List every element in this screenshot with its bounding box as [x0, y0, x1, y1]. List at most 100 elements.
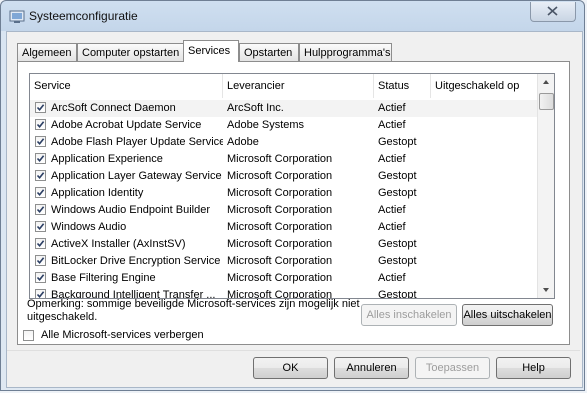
table-row[interactable]: ArcSoft Connect Daemon ArcSoft Inc. Actief — [30, 100, 538, 117]
service-disabled-on — [435, 134, 535, 151]
table-row[interactable]: Application Identity Microsoft Corporatio… — [30, 185, 538, 202]
system-configuration-window: Systeemconfiguratie Algemeen Computer op… — [0, 0, 585, 391]
service-disabled-on — [435, 253, 535, 270]
service-status: Actief — [378, 204, 406, 216]
tab-boot[interactable]: Computer opstarten — [77, 43, 185, 61]
scroll-up-icon[interactable] — [538, 74, 554, 90]
vertical-scrollbar[interactable] — [537, 74, 554, 298]
service-vendor: Microsoft Corporation — [227, 221, 333, 233]
service-status: Gestopt — [378, 238, 417, 250]
service-vendor: Microsoft Corporation — [227, 204, 333, 216]
service-name: Application Layer Gateway Service — [51, 170, 222, 182]
service-vendor: Microsoft Corporation — [227, 187, 333, 199]
service-checkbox[interactable] — [35, 204, 46, 215]
column-service[interactable]: Service — [30, 74, 223, 98]
service-vendor: Microsoft Corporation — [227, 255, 333, 267]
cancel-button[interactable]: Annuleren — [334, 357, 409, 379]
service-checkbox[interactable] — [35, 272, 46, 283]
service-name: Application Experience — [51, 153, 163, 165]
checkmark-icon — [36, 138, 45, 146]
ok-button[interactable]: OK — [253, 357, 328, 379]
checkmark-icon — [36, 274, 45, 282]
divider — [7, 350, 580, 351]
service-name: ActiveX Installer (AxInstSV) — [51, 238, 186, 250]
service-name: Windows Audio — [51, 221, 127, 233]
service-disabled-on — [435, 151, 535, 168]
service-disabled-on — [435, 185, 535, 202]
service-name: BitLocker Drive Encryption Service — [51, 255, 221, 267]
service-name: Adobe Flash Player Update Service — [51, 136, 223, 148]
column-status[interactable]: Status — [374, 74, 431, 98]
dialog-body: Algemeen Computer opstarten Services Ops… — [6, 31, 583, 388]
service-checkbox[interactable] — [35, 119, 46, 130]
service-disabled-on — [435, 270, 535, 287]
checkmark-icon — [36, 189, 45, 197]
table-row[interactable]: ActiveX Installer (AxInstSV) Microsoft Co… — [30, 236, 538, 253]
note-text: Opmerking: sommige beveiligde Microsoft-… — [27, 298, 360, 323]
service-checkbox[interactable] — [35, 238, 46, 249]
table-row[interactable]: Base Filtering Engine Microsoft Corporati… — [30, 270, 538, 287]
checkmark-icon — [36, 223, 45, 231]
checkmark-icon — [36, 104, 45, 112]
column-vendor[interactable]: Leverancier — [223, 74, 374, 98]
table-row[interactable]: Windows Audio Endpoint Builder Microsoft … — [30, 202, 538, 219]
column-disabled-on[interactable]: Uitgeschakeld op — [431, 74, 538, 98]
close-button[interactable] — [530, 2, 576, 22]
list-header: Service Leverancier Status Uitgeschakeld… — [30, 74, 538, 98]
table-row[interactable]: Application Layer Gateway Service Microso… — [30, 168, 538, 185]
msconfig-icon — [9, 10, 25, 23]
service-vendor: Microsoft Corporation — [227, 272, 333, 284]
close-icon — [547, 6, 558, 16]
service-checkbox[interactable] — [35, 102, 46, 113]
hide-microsoft-services[interactable]: Alle Microsoft-services verbergen — [23, 329, 223, 343]
service-vendor: ArcSoft Inc. — [227, 102, 284, 114]
service-checkbox[interactable] — [35, 170, 46, 181]
tab-startup[interactable]: Opstarten — [239, 43, 299, 61]
service-checkbox[interactable] — [35, 187, 46, 198]
service-disabled-on — [435, 202, 535, 219]
service-status: Actief — [378, 102, 406, 114]
table-row[interactable]: Adobe Flash Player Update Service Adobe Ge… — [30, 134, 538, 151]
scrollbar-thumb[interactable] — [539, 93, 554, 110]
service-status: Gestopt — [378, 187, 417, 199]
service-name: ArcSoft Connect Daemon — [51, 102, 176, 114]
table-row[interactable]: BitLocker Drive Encryption Service Micros… — [30, 253, 538, 270]
checkmark-icon — [36, 257, 45, 265]
service-name: Windows Audio Endpoint Builder — [51, 204, 210, 216]
help-button[interactable]: Help — [496, 357, 571, 379]
checkmark-icon — [36, 172, 45, 180]
service-checkbox[interactable] — [35, 153, 46, 164]
service-checkbox[interactable] — [35, 221, 46, 232]
scroll-down-icon[interactable] — [538, 282, 554, 298]
service-name: Adobe Acrobat Update Service — [51, 119, 202, 131]
apply-button[interactable]: Toepassen — [415, 357, 490, 379]
tab-services[interactable]: Services — [183, 40, 239, 62]
service-status: Gestopt — [378, 170, 417, 182]
service-vendor: Microsoft Corporation — [227, 153, 333, 165]
service-disabled-on — [435, 117, 535, 134]
service-checkbox[interactable] — [35, 136, 46, 147]
tab-general[interactable]: Algemeen — [17, 43, 77, 61]
service-disabled-on — [435, 287, 535, 298]
enable-all-button[interactable]: Alles inschakelen — [361, 304, 457, 326]
service-disabled-on — [435, 168, 535, 185]
title-bar[interactable]: Systeemconfiguratie — [1, 1, 584, 31]
service-status: Actief — [378, 119, 406, 131]
service-vendor: Adobe — [227, 136, 259, 148]
disable-all-button[interactable]: Alles uitschakelen — [462, 304, 553, 326]
service-disabled-on — [435, 236, 535, 253]
tab-tools[interactable]: Hulpprogramma's — [299, 43, 392, 61]
table-row[interactable]: Windows Audio Microsoft Corporation Actief — [30, 219, 538, 236]
service-status: Actief — [378, 272, 406, 284]
service-vendor: Microsoft Corporation — [227, 170, 333, 182]
tab-label: Services — [188, 45, 231, 57]
hide-microsoft-checkbox[interactable] — [23, 330, 34, 341]
service-status: Actief — [378, 221, 406, 233]
table-row[interactable]: Application Experience Microsoft Corporat… — [30, 151, 538, 168]
table-row[interactable]: Adobe Acrobat Update Service Adobe System… — [30, 117, 538, 134]
tab-label: Opstarten — [244, 47, 293, 59]
services-list[interactable]: Service Leverancier Status Uitgeschakeld… — [29, 73, 555, 299]
service-checkbox[interactable] — [35, 255, 46, 266]
service-disabled-on — [435, 219, 535, 236]
service-status: Actief — [378, 153, 406, 165]
